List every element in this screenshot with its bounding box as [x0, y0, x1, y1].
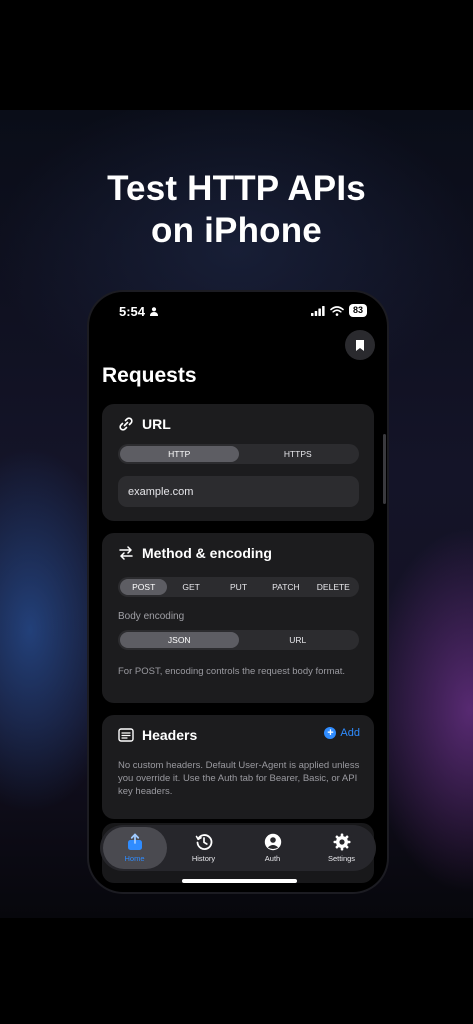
- url-input[interactable]: example.com: [118, 476, 359, 507]
- person-icon: [150, 307, 158, 316]
- swap-arrows-icon: [119, 546, 133, 560]
- headline-line-1: Test HTTP APIs: [107, 169, 366, 208]
- link-icon: [119, 417, 133, 431]
- headers-card-title: Headers: [142, 727, 198, 743]
- headers-help-text: No custom headers. Default User-Agent is…: [118, 760, 360, 797]
- add-header-button[interactable]: + Add: [324, 727, 360, 739]
- plus-circle-icon: +: [324, 727, 337, 739]
- method-card-header: Method & encoding: [118, 545, 272, 561]
- page-title: Requests: [102, 364, 197, 387]
- headers-card: Headers + Add No custom headers. Default…: [102, 715, 374, 819]
- segment-put[interactable]: PUT: [215, 579, 262, 595]
- encoding-segmented-control: JSON URL: [118, 630, 359, 650]
- upload-tray-icon: [127, 833, 142, 850]
- method-help-text: For POST, encoding controls the request …: [118, 666, 346, 677]
- segment-delete[interactable]: DELETE: [310, 579, 357, 595]
- method-encoding-card: Method & encoding POST GET PUT PATCH DEL…: [102, 533, 374, 703]
- add-header-label: Add: [340, 727, 360, 739]
- home-indicator: [182, 879, 297, 883]
- tab-home[interactable]: Home: [102, 827, 167, 869]
- tab-home-label: Home: [124, 854, 145, 863]
- list-rectangle-icon: [118, 728, 134, 742]
- headers-card-header: Headers: [118, 727, 197, 743]
- body-encoding-label: Body encoding: [118, 611, 185, 622]
- status-time: 5:54: [119, 304, 146, 319]
- segment-http[interactable]: HTTP: [120, 446, 239, 462]
- bookmark-button[interactable]: [345, 330, 375, 360]
- url-card-title: URL: [142, 416, 171, 432]
- bookmark-icon: [356, 339, 364, 351]
- segment-post[interactable]: POST: [120, 579, 168, 595]
- scheme-segmented-control: HTTP HTTPS: [118, 444, 359, 464]
- history-clock-icon: [195, 834, 212, 850]
- headline-line-2: on iPhone: [151, 211, 322, 250]
- tab-settings-label: Settings: [327, 854, 356, 863]
- status-indicators: 83: [310, 304, 367, 317]
- phone-screen: 5:54 83 Requests URL HTTP HTTPS example.…: [89, 292, 387, 892]
- tab-history-label: History: [191, 854, 216, 863]
- tab-auth[interactable]: Auth: [241, 827, 305, 869]
- promo-headline: Test HTTP APIs on iPhone: [0, 168, 473, 252]
- url-card: URL HTTP HTTPS example.com: [102, 404, 374, 521]
- scroll-indicator[interactable]: [383, 434, 386, 504]
- tab-auth-label: Auth: [264, 854, 281, 863]
- cellular-signal-icon: [310, 305, 325, 316]
- gear-icon: [333, 833, 350, 851]
- method-segmented-control: POST GET PUT PATCH DELETE: [118, 577, 359, 597]
- segment-patch[interactable]: PATCH: [262, 579, 309, 595]
- battery-indicator: 83: [348, 304, 367, 317]
- wifi-icon: [330, 305, 344, 316]
- tab-bar: Home History Auth Settings: [100, 825, 376, 871]
- person-circle-icon: [264, 833, 281, 851]
- tab-history[interactable]: History: [172, 827, 236, 869]
- tab-settings[interactable]: Settings: [310, 827, 374, 869]
- method-card-title: Method & encoding: [142, 545, 272, 561]
- segment-url[interactable]: URL: [239, 632, 358, 648]
- segment-get[interactable]: GET: [167, 579, 214, 595]
- segment-https[interactable]: HTTPS: [239, 446, 358, 462]
- segment-json[interactable]: JSON: [120, 632, 239, 648]
- url-card-header: URL: [118, 416, 171, 432]
